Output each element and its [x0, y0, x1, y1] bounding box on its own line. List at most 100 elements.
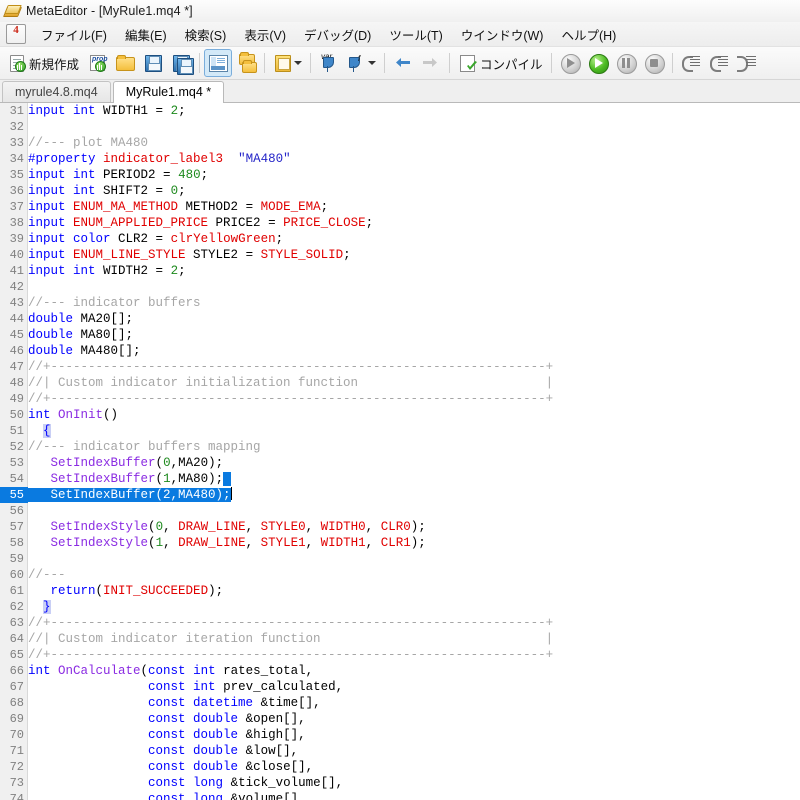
code-line[interactable]: 51 { — [0, 423, 800, 439]
code-line[interactable]: 50 int OnInit() — [0, 407, 800, 423]
new-property-button[interactable]: prop — [83, 49, 111, 77]
code-line[interactable]: 37 input ENUM_MA_METHOD METHOD2 = MODE_EM… — [0, 199, 800, 215]
run-button[interactable] — [584, 49, 612, 77]
save-all-icon — [171, 53, 195, 75]
code-line[interactable]: 70 const double &high[], — [0, 727, 800, 743]
code-line[interactable]: 57 SetIndexStyle(0, DRAW_LINE, STYLE0, W… — [0, 519, 800, 535]
menu-edit[interactable]: 編集(E) — [116, 22, 176, 47]
menu-view[interactable]: 表示(V) — [235, 22, 295, 47]
code-token: ; — [178, 184, 186, 198]
code-line[interactable]: 39 input color CLR2 = clrYellowGreen; — [0, 231, 800, 247]
code-line[interactable]: 65 //+-----------------------------------… — [0, 647, 800, 663]
menu-file[interactable]: ファイル(F) — [32, 22, 116, 47]
navigate-forward-button[interactable] — [417, 49, 445, 77]
code-line[interactable]: 59 — [0, 551, 800, 567]
pause-button[interactable] — [612, 49, 640, 77]
navigator-panel-button[interactable] — [204, 49, 233, 77]
step-over-button[interactable] — [705, 49, 733, 77]
tab-myrule48[interactable]: myrule4.8.mq4 — [2, 81, 111, 102]
code-line[interactable]: 47 //+-----------------------------------… — [0, 359, 800, 375]
code-line[interactable]: 63 //+-----------------------------------… — [0, 615, 800, 631]
clipboard-button[interactable] — [269, 49, 306, 77]
code-line[interactable]: 34 #property indicator_label3 "MA480" — [0, 151, 800, 167]
code-line[interactable]: 64 //| Custom indicator iteration functio… — [0, 631, 800, 647]
chevron-down-icon[interactable] — [367, 53, 377, 73]
code-line[interactable]: 41 input int WIDTH2 = 2; — [0, 263, 800, 279]
code-line[interactable]: 58 SetIndexStyle(1, DRAW_LINE, STYLE1, W… — [0, 535, 800, 551]
folders-button[interactable] — [232, 49, 260, 77]
code-token: long — [193, 792, 231, 800]
chevron-down-icon[interactable] — [293, 53, 303, 73]
code-line[interactable]: 31 input int WIDTH1 = 2; — [0, 103, 800, 119]
code-token: const — [148, 744, 194, 758]
menu-tools[interactable]: ツール(T) — [380, 22, 451, 47]
code-line[interactable]: 61 return(INIT_SUCCEEDED); — [0, 583, 800, 599]
compile-button[interactable]: コンパイル — [454, 49, 547, 77]
code-line[interactable]: 49 //+-----------------------------------… — [0, 391, 800, 407]
code-token: WIDTH1 — [103, 104, 156, 118]
code-line[interactable]: 54 SetIndexBuffer(1,MA80); — [0, 471, 800, 487]
toolbar-separator — [550, 53, 552, 73]
insert-function-button[interactable]: f — [343, 49, 380, 77]
menu-search[interactable]: 検索(S) — [176, 22, 236, 47]
step-out-button[interactable] — [733, 49, 761, 77]
code-line[interactable]: 53 SetIndexBuffer(0,MA20); — [0, 455, 800, 471]
code-line[interactable]: 36 input int SHIFT2 = 0; — [0, 183, 800, 199]
line-number: 55 — [0, 487, 24, 503]
code-line[interactable]: 69 const double &open[], — [0, 711, 800, 727]
code-area[interactable]: 31 input int WIDTH1 = 2; 32 33 //--- plot MA… — [0, 103, 800, 800]
stop-button[interactable] — [640, 49, 668, 77]
code-line[interactable]: 43 //--- indicator buffers — [0, 295, 800, 311]
open-file-button[interactable] — [111, 49, 139, 77]
save-all-button[interactable] — [167, 49, 195, 77]
back-arrow-icon — [393, 53, 413, 73]
menu-debug[interactable]: デバッグ(D) — [295, 22, 380, 47]
code-editor[interactable]: 31 input int WIDTH1 = 2; 32 33 //--- plot MA… — [0, 103, 800, 800]
code-line[interactable]: 67 const int prev_calculated, — [0, 679, 800, 695]
new-document-button[interactable]: 新規作成 — [3, 49, 83, 77]
code-line[interactable]: 46 double MA480[]; — [0, 343, 800, 359]
code-line[interactable]: 45 double MA80[]; — [0, 327, 800, 343]
code-line[interactable]: 74 const long &volume[], — [0, 791, 800, 800]
code-token: &high[] — [245, 728, 299, 742]
code-token: const — [148, 728, 194, 742]
code-text: const double &high[], — [28, 727, 306, 743]
code-token: const — [148, 680, 194, 694]
code-line[interactable]: 55 SetIndexBuffer(2,MA480); — [0, 487, 800, 503]
code-line[interactable]: 42 — [0, 279, 800, 295]
insert-variable-button[interactable]: var — [315, 49, 343, 77]
step-into-button[interactable] — [677, 49, 705, 77]
code-line[interactable]: 62 } — [0, 599, 800, 615]
code-line[interactable]: 72 const double &close[], — [0, 759, 800, 775]
save-button[interactable] — [139, 49, 167, 77]
code-token: ; — [178, 264, 186, 278]
navigate-back-button[interactable] — [389, 49, 417, 77]
menu-help[interactable]: ヘルプ(H) — [552, 22, 625, 47]
code-line[interactable]: 33 //--- plot MA480 — [0, 135, 800, 151]
code-line[interactable]: 60 //--- — [0, 567, 800, 583]
code-token: 0 — [163, 456, 171, 470]
code-line[interactable]: 40 input ENUM_LINE_STYLE STYLE2 = STYLE_S… — [0, 247, 800, 263]
code-line[interactable]: 66 int OnCalculate(const int rates_total, — [0, 663, 800, 679]
code-line[interactable]: 48 //| Custom indicator initialization fu… — [0, 375, 800, 391]
code-line[interactable]: 32 — [0, 119, 800, 135]
code-token: INIT_SUCCEEDED — [103, 584, 209, 598]
code-token: , — [163, 520, 179, 534]
tab-myrule1[interactable]: MyRule1.mq4 * — [112, 81, 225, 103]
code-line[interactable]: 73 const long &tick_volume[], — [0, 775, 800, 791]
code-line[interactable]: 68 const datetime &time[], — [0, 695, 800, 711]
line-number: 39 — [9, 232, 24, 246]
code-token: rates_total — [223, 664, 306, 678]
code-line[interactable]: 56 — [0, 503, 800, 519]
compile-icon — [458, 53, 478, 73]
code-line[interactable]: 52 //--- indicator buffers mapping — [0, 439, 800, 455]
code-text: double MA20[]; — [28, 311, 133, 327]
code-line[interactable]: 44 double MA20[]; — [0, 311, 800, 327]
code-line[interactable]: 71 const double &low[], — [0, 743, 800, 759]
menu-window[interactable]: ウインドウ(W) — [452, 22, 553, 47]
code-line[interactable]: 38 input ENUM_APPLIED_PRICE PRICE2 = PRIC… — [0, 215, 800, 231]
code-token: OnInit — [58, 408, 104, 422]
code-token: DRAW_LINE — [178, 520, 246, 534]
debug-play-disabled-button[interactable] — [556, 49, 584, 77]
code-line[interactable]: 35 input int PERIOD2 = 480; — [0, 167, 800, 183]
